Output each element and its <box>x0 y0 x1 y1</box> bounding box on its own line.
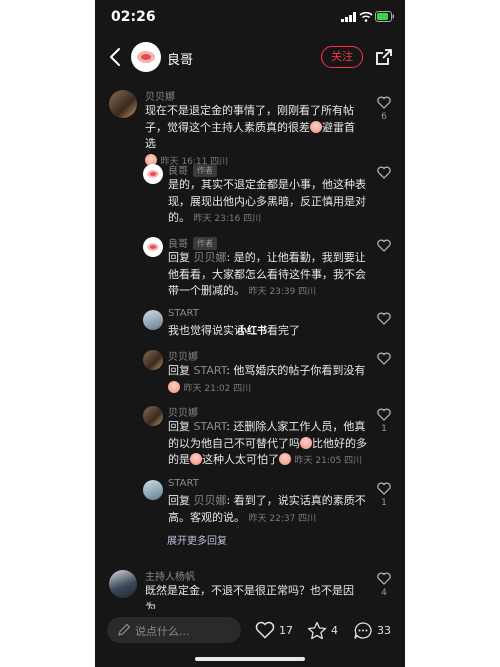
reply-username[interactable]: START <box>168 308 199 319</box>
author-badge: 作者 <box>193 164 217 177</box>
reply-meta: 昨天 23:16 四川 <box>193 214 262 224</box>
reply-text[interactable]: 我也觉得说实话 看完了 <box>168 323 368 340</box>
like-count: 1 <box>381 498 387 508</box>
like-total: 17 <box>279 623 293 637</box>
battery-icon <box>375 11 394 22</box>
like-button[interactable]: 17 <box>255 620 293 640</box>
reply-item: 贝贝娜 回复 START: 还删除人家工作人员，他真的以为他自己不可替代了吗 比他… <box>95 404 405 470</box>
like-count: 1 <box>381 424 387 434</box>
watermark-logo: 小红书 <box>237 326 267 337</box>
comment-item: 贝贝娜 现在不是退定金的事情了，刚刚看了所有帖子，觉得这个主持人素质真的很差 避雷… <box>95 88 405 167</box>
emoji-icon <box>190 453 202 465</box>
comment-username[interactable]: 贝贝娜 <box>145 88 175 103</box>
reply-username[interactable]: 良哥 作者 <box>168 235 217 250</box>
emoji-icon <box>300 436 312 449</box>
comment-total: 33 <box>377 623 391 637</box>
heart-icon[interactable] <box>377 482 391 495</box>
author-name[interactable]: 良哥 <box>167 49 193 68</box>
like-count: 4 <box>381 588 387 598</box>
heart-icon[interactable] <box>377 166 391 179</box>
reply-text[interactable]: 回复 贝贝娜: 是的，让他看勤，我到要让他看看，大家都怎么看待这件事，我不会带一… <box>168 250 368 301</box>
heart-icon[interactable] <box>377 352 391 365</box>
note-comments-screen: 02:26 良哥 关注 贝贝娜 现在不是退定金的事情了，刚刚看了所有帖子，觉得这… <box>95 0 405 667</box>
avatar[interactable] <box>109 570 137 598</box>
reply-text[interactable]: 回复 START: 还删除人家工作人员，他真的以为他自己不可替代了吗 比他好的多的… <box>168 419 368 470</box>
pen-icon <box>118 623 131 636</box>
reply-item: START 回复 贝贝娜: 看到了，说实话真的素质不高。客观的说。 昨天 22:… <box>95 478 405 528</box>
reply-item: 良哥 作者 回复 贝贝娜: 是的，让他看勤，我到要让他看看，大家都怎么看待这件事，… <box>95 235 405 301</box>
avatar[interactable] <box>143 480 163 500</box>
wifi-icon <box>359 11 373 22</box>
comment-text[interactable]: 既然是定金，不退不是很正常吗？也不是因为 <box>145 583 363 609</box>
expand-more-replies-link[interactable]: 展开更多回复 <box>167 532 227 547</box>
reply-item: 良哥 作者 是的，其实不退定金都是小事，他这种表现，展现出他内心多黑暗，反正慎用是… <box>95 162 405 228</box>
star-icon <box>307 621 327 639</box>
collect-button[interactable]: 4 <box>307 620 338 640</box>
reply-item: 贝贝娜 回复 START: 他骂婚庆的帖子你看到没有 昨天 21:02 四川 <box>95 348 405 398</box>
emoji-icon <box>168 380 180 393</box>
ring-logo-icon <box>137 51 155 63</box>
reply-username[interactable]: 贝贝娜 <box>168 348 198 363</box>
reply-username[interactable]: 贝贝娜 <box>168 404 198 419</box>
share-icon[interactable] <box>373 46 395 68</box>
bottom-action-bar: 说点什么... 17 4 33 <box>95 609 405 667</box>
heart-icon[interactable] <box>377 312 391 325</box>
author-avatar[interactable] <box>131 42 161 72</box>
reply-meta: 昨天 21:02 四川 <box>183 383 252 394</box>
comment-button[interactable]: 33 <box>353 620 391 640</box>
status-time: 02:26 <box>111 9 156 25</box>
like-count: 6 <box>381 112 387 122</box>
note-header: 良哥 关注 <box>95 38 405 78</box>
reply-username[interactable]: 良哥 作者 <box>168 162 217 177</box>
back-arrow-icon[interactable] <box>105 46 127 68</box>
signal-icon <box>341 12 356 22</box>
comment-text[interactable]: 现在不是退定金的事情了，刚刚看了所有帖子，觉得这个主持人素质真的很差 避雷首选 昨… <box>145 103 363 170</box>
status-bar: 02:26 <box>95 0 405 34</box>
heart-icon[interactable] <box>377 96 391 109</box>
reply-text[interactable]: 回复 START: 他骂婚庆的帖子你看到没有 昨天 21:02 四川 <box>168 363 368 397</box>
follow-button[interactable]: 关注 <box>321 46 363 68</box>
heart-icon[interactable] <box>377 408 391 421</box>
reply-username[interactable]: START <box>168 478 199 489</box>
comment-bubble-icon <box>354 621 372 639</box>
reply-meta: 昨天 23:39 四川 <box>248 287 317 297</box>
avatar[interactable] <box>109 90 137 118</box>
avatar[interactable] <box>143 237 163 257</box>
reply-meta: 昨天 22:37 四川 <box>248 513 317 524</box>
avatar[interactable] <box>143 350 163 370</box>
avatar[interactable] <box>143 164 163 184</box>
author-badge: 作者 <box>193 237 217 250</box>
home-indicator <box>195 657 305 661</box>
emoji-icon <box>310 120 322 133</box>
collect-total: 4 <box>331 623 338 637</box>
comment-input-placeholder: 说点什么... <box>135 625 190 638</box>
heart-icon[interactable] <box>377 572 391 585</box>
reply-meta: 昨天 21:05 四川 <box>294 456 363 466</box>
reply-text[interactable]: 回复 贝贝娜: 看到了，说实话真的素质不高。客观的说。 昨天 22:37 四川 <box>168 493 368 527</box>
comment-list[interactable]: 贝贝娜 现在不是退定金的事情了，刚刚看了所有帖子，觉得这个主持人素质真的很差 避雷… <box>95 84 405 609</box>
heart-icon <box>255 621 275 639</box>
avatar[interactable] <box>143 406 163 426</box>
emoji-icon <box>279 453 291 465</box>
heart-icon[interactable] <box>377 239 391 252</box>
comment-input[interactable]: 说点什么... <box>107 617 241 643</box>
comment-username[interactable]: 主持人杨帆 <box>145 568 195 583</box>
reply-text[interactable]: 是的，其实不退定金都是小事，他这种表现，展现出他内心多黑暗，反正慎用是对的。 昨… <box>168 177 368 228</box>
comment-item: 主持人杨帆 既然是定金，不退不是很正常吗？也不是因为 4 <box>95 568 405 609</box>
avatar[interactable] <box>143 310 163 330</box>
